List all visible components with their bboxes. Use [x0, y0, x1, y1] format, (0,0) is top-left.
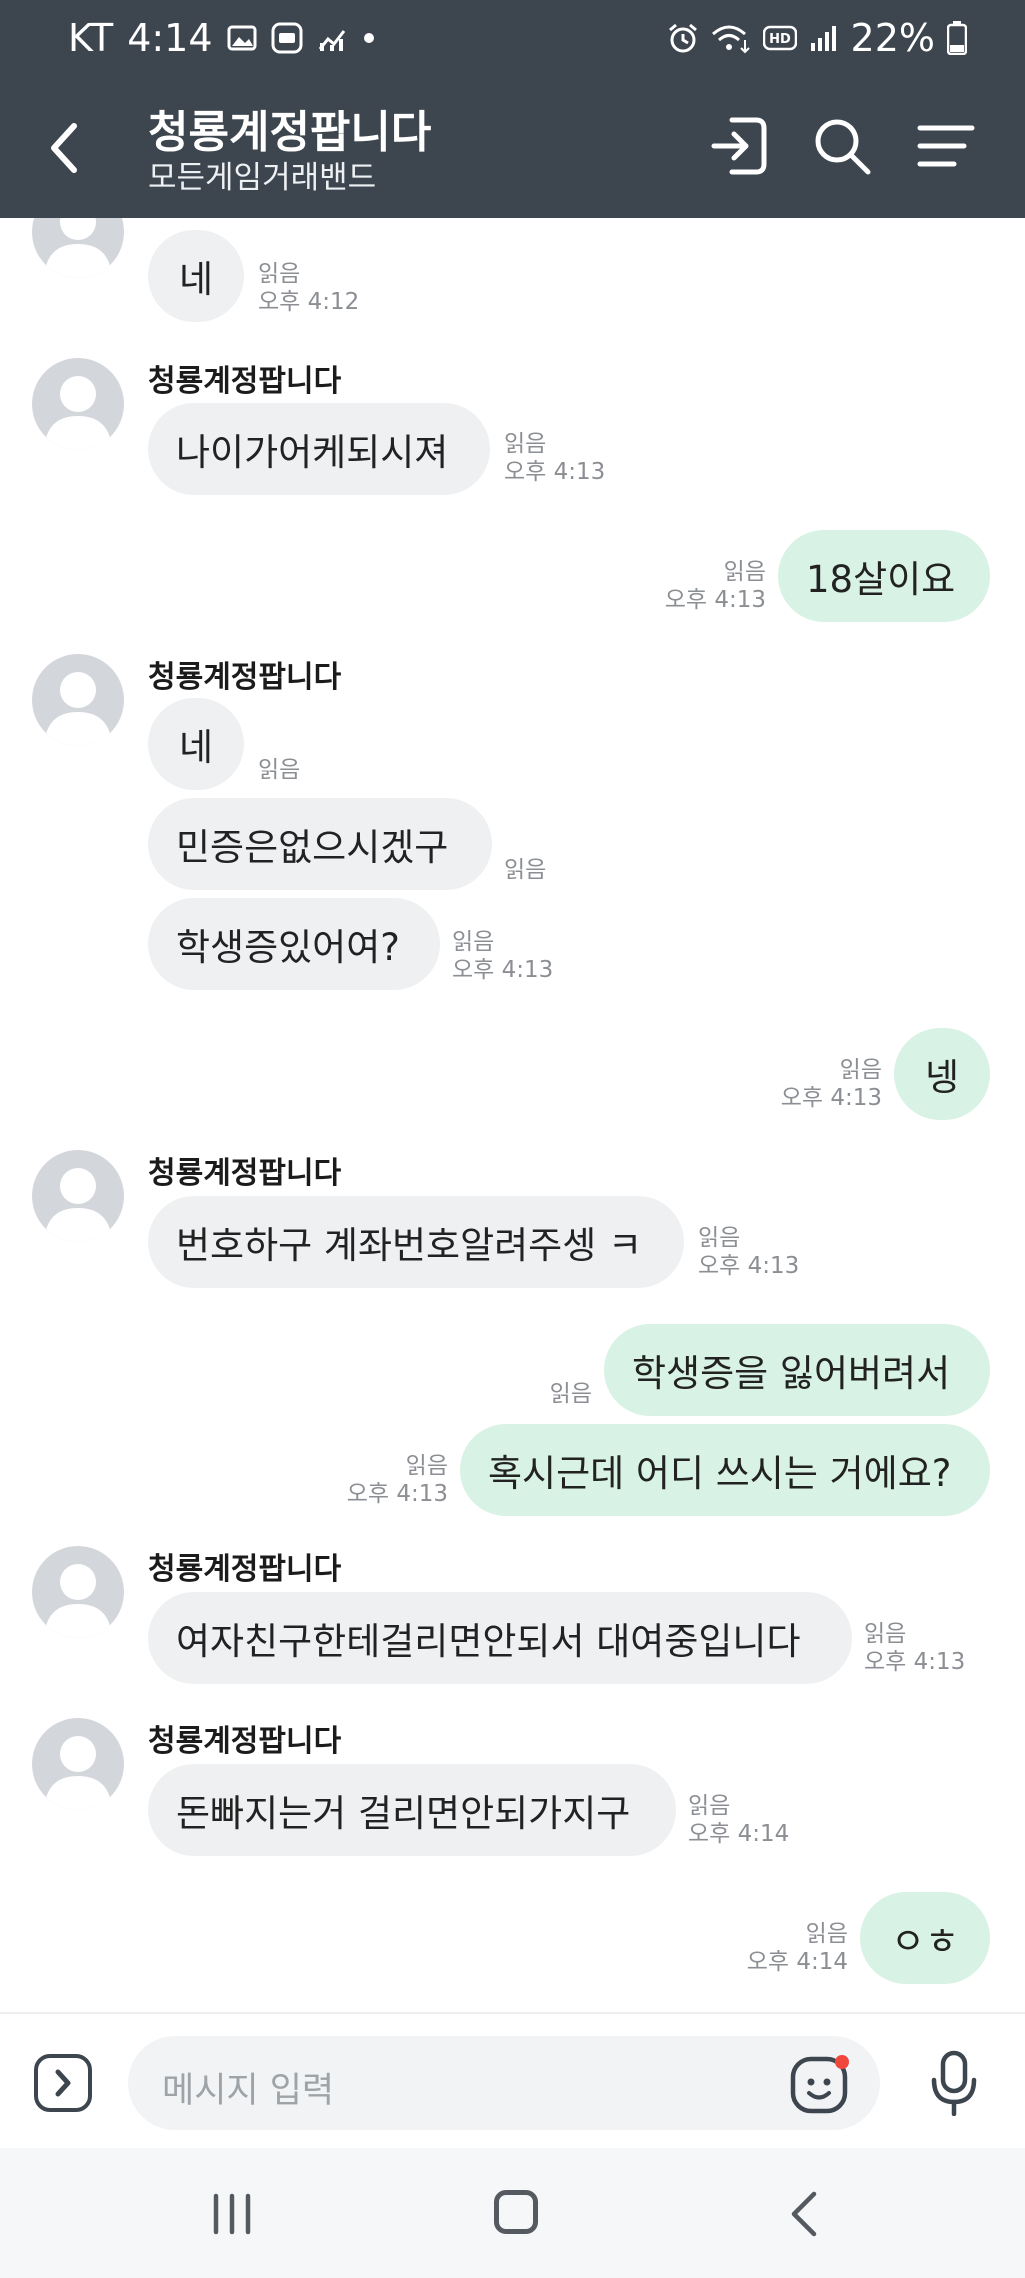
- message-bubble[interactable]: 네: [148, 698, 244, 790]
- message-bubble[interactable]: 학생증있어여?: [148, 898, 440, 990]
- signal-icon: [810, 26, 836, 51]
- message-bubble[interactable]: 학생증을 잃어버려서: [604, 1324, 990, 1416]
- message-meta: 읽음: [258, 756, 300, 784]
- carrier-label: KT: [68, 16, 114, 60]
- read-status: 읽음: [504, 857, 547, 883]
- message-bubble[interactable]: ㅇㅎ: [860, 1892, 990, 1984]
- clock: 4:14: [127, 16, 213, 60]
- read-status: 읽음: [839, 1057, 882, 1083]
- gallery-icon: [227, 25, 257, 51]
- read-status: 읽음: [258, 261, 301, 287]
- mic-icon[interactable]: [926, 2050, 982, 2116]
- message-time: 오후 4:13: [452, 957, 554, 983]
- chart-icon: [318, 30, 345, 51]
- message-bubble[interactable]: 돈빠지는거 걸리면안되가지구: [148, 1764, 676, 1856]
- chat-subtitle: 모든게임거래밴드: [148, 160, 377, 196]
- battery-percent: 22%: [850, 16, 935, 60]
- message-meta: 읽음 오후 4:13: [452, 928, 553, 984]
- alarm-icon: [668, 23, 697, 53]
- system-nav-bar: [0, 2148, 1025, 2278]
- read-status: 읽음: [405, 1453, 448, 1479]
- user-silhouette-icon: [44, 672, 112, 746]
- sender-name: 청룡계정팝니다: [148, 1156, 342, 1191]
- back-icon[interactable]: [786, 2190, 822, 2238]
- sender-name: 청룡계정팝니다: [148, 1552, 342, 1587]
- read-status: 읽음: [549, 1381, 592, 1407]
- back-arrow-icon[interactable]: [40, 116, 88, 180]
- message-time: 오후 4:14: [688, 1821, 790, 1847]
- message-time: 오후 4:13: [346, 1481, 448, 1507]
- read-status: 읽음: [723, 559, 766, 585]
- user-silhouette-icon: [44, 1564, 112, 1638]
- message-time: 오후 4:13: [698, 1253, 800, 1279]
- user-silhouette-icon: [44, 376, 112, 450]
- message-meta: 읽음 오후 4:12: [258, 260, 359, 316]
- search-icon[interactable]: [810, 114, 874, 178]
- chat-title: 청룡계정팝니다: [148, 107, 432, 158]
- message-list[interactable]: 네 읽음 오후 4:12 청룡계정팝니다 나이가어케되시져 읽음 오후 4:13 1…: [0, 218, 1025, 2012]
- message-time: 오후 4:13: [780, 1085, 882, 1111]
- user-silhouette-icon: [44, 218, 112, 278]
- message-time: 오후 4:13: [504, 459, 606, 485]
- message-time: 오후 4:12: [258, 289, 360, 315]
- message-meta: 읽음: [470, 1380, 592, 1408]
- message-meta: 읽음 오후 4:13: [756, 1056, 882, 1112]
- avatar[interactable]: [32, 1546, 124, 1638]
- message-time: 오후 4:13: [664, 587, 766, 613]
- message-bubble[interactable]: 18살이요: [778, 530, 990, 622]
- status-bar: KT 4:14 HD 22%: [0, 0, 1025, 84]
- message-bubble[interactable]: 나이가어케되시져: [148, 403, 490, 495]
- sender-name: 청룡계정팝니다: [148, 1724, 342, 1759]
- message-meta: 읽음 오후 4:14: [720, 1920, 848, 1976]
- wifi-icon: [711, 25, 750, 54]
- chat-app: KT 4:14 HD 22% 청룡계정팝니다 모든게임거래밴드 네 읽음 오후 4…: [0, 0, 1025, 2278]
- user-silhouette-icon: [44, 1168, 112, 1242]
- user-silhouette-icon: [44, 1736, 112, 1810]
- read-status: 읽음: [258, 757, 301, 783]
- read-status: 읽음: [698, 1225, 741, 1251]
- app-icon: [271, 22, 303, 54]
- message-meta: 읽음 오후 4:13: [320, 1452, 448, 1508]
- avatar[interactable]: [32, 1150, 124, 1242]
- message-meta: 읽음 오후 4:13: [640, 558, 766, 614]
- read-status: 읽음: [504, 431, 547, 457]
- avatar[interactable]: [32, 654, 124, 746]
- message-input[interactable]: 메시지 입력: [128, 2036, 880, 2130]
- message-meta: 읽음 오후 4:13: [504, 430, 605, 486]
- message-time: 오후 4:14: [746, 1949, 848, 1975]
- sender-name: 청룡계정팝니다: [148, 660, 342, 695]
- message-bubble[interactable]: 넹: [894, 1028, 990, 1120]
- message-meta: 읽음: [504, 856, 546, 884]
- message-time: 오후 4:13: [864, 1649, 966, 1675]
- avatar[interactable]: [32, 1718, 124, 1810]
- message-meta: 읽음 오후 4:13: [864, 1620, 965, 1676]
- message-meta: 읽음 오후 4:14: [688, 1792, 789, 1848]
- read-status: 읽음: [688, 1793, 731, 1819]
- expand-icon[interactable]: [34, 2054, 92, 2112]
- message-bubble[interactable]: 민증은없으시겠구: [148, 798, 492, 890]
- menu-icon[interactable]: [914, 114, 978, 178]
- svg-text:HD: HD: [769, 32, 791, 47]
- recent-apps-icon[interactable]: [210, 2192, 254, 2236]
- battery-icon: [947, 21, 967, 55]
- enter-icon[interactable]: [706, 114, 770, 178]
- message-bubble[interactable]: 네: [148, 230, 244, 322]
- home-icon[interactable]: [494, 2190, 538, 2234]
- avatar[interactable]: [32, 358, 124, 450]
- read-status: 읽음: [452, 929, 495, 955]
- message-input-bar: 메시지 입력: [0, 2012, 1025, 2148]
- read-status: 읽음: [864, 1621, 907, 1647]
- message-bubble[interactable]: 혹시근데 어디 쓰시는 거에요?: [460, 1424, 990, 1516]
- message-bubble[interactable]: 번호하구 계좌번호알려주셍 ㅋ: [148, 1196, 684, 1288]
- message-bubble[interactable]: 여자친구한테걸리면안되서 대여중입니다: [148, 1592, 852, 1684]
- sender-name: 청룡계정팝니다: [148, 364, 342, 399]
- chat-header: 청룡계정팝니다 모든게임거래밴드: [0, 84, 1025, 218]
- read-status: 읽음: [805, 1921, 848, 1947]
- message-placeholder: 메시지 입력: [162, 2071, 335, 2111]
- message-meta: 읽음 오후 4:13: [698, 1224, 799, 1280]
- avatar[interactable]: [32, 218, 124, 278]
- hd-icon: HD: [762, 25, 797, 51]
- emoji-icon[interactable]: [788, 2052, 852, 2116]
- dot-icon: [363, 33, 374, 43]
